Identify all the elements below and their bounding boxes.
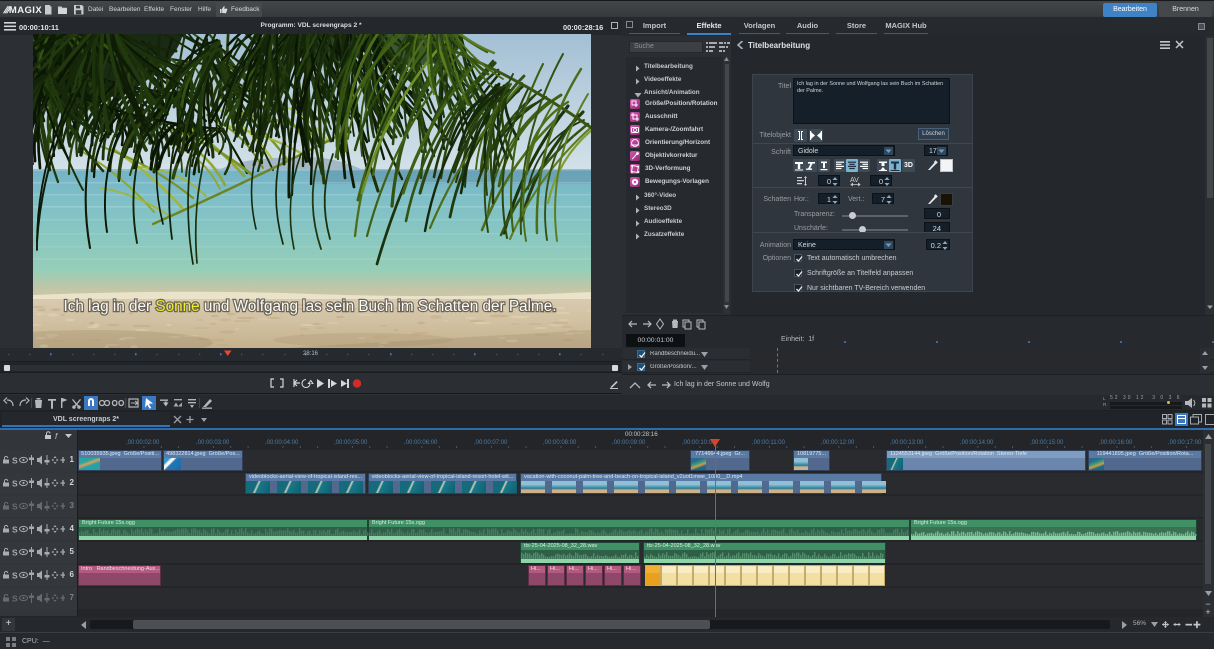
svg-text:Ich lag in der Sonne und Wolfg: Ich lag in der Sonne und Wolfgang las se… bbox=[64, 298, 557, 315]
svg-text:AV: AV bbox=[850, 177, 859, 184]
